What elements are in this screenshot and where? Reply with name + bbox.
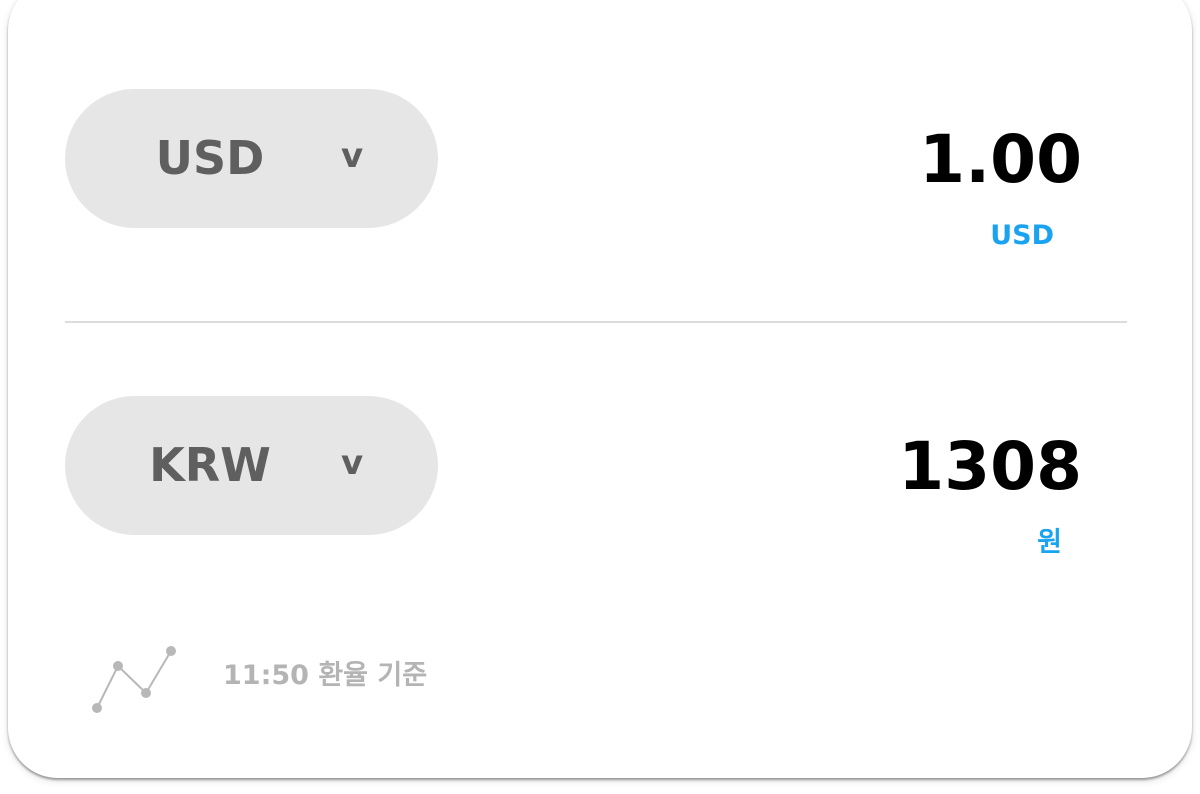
to-currency-code: KRW xyxy=(149,438,271,492)
from-unit-label: USD xyxy=(990,220,1054,251)
to-currency-selector[interactable]: KRW v xyxy=(65,396,438,535)
chevron-down-icon: v xyxy=(341,443,364,483)
from-currency-code: USD xyxy=(155,131,265,185)
to-amount[interactable]: 1308 xyxy=(898,434,1082,500)
from-currency-selector[interactable]: USD v xyxy=(65,89,438,228)
to-unit-label: 원 xyxy=(1037,527,1062,558)
divider xyxy=(65,321,1127,323)
rate-basis-text: 11:50 환율 기준 xyxy=(223,660,428,691)
from-amount[interactable]: 1.00 xyxy=(919,127,1082,193)
converter-card: USD v 1.00 USD KRW v 1308 원 11:50 환율 기준 xyxy=(8,0,1192,778)
chevron-down-icon: v xyxy=(341,136,364,176)
line-chart-icon[interactable] xyxy=(92,645,178,715)
